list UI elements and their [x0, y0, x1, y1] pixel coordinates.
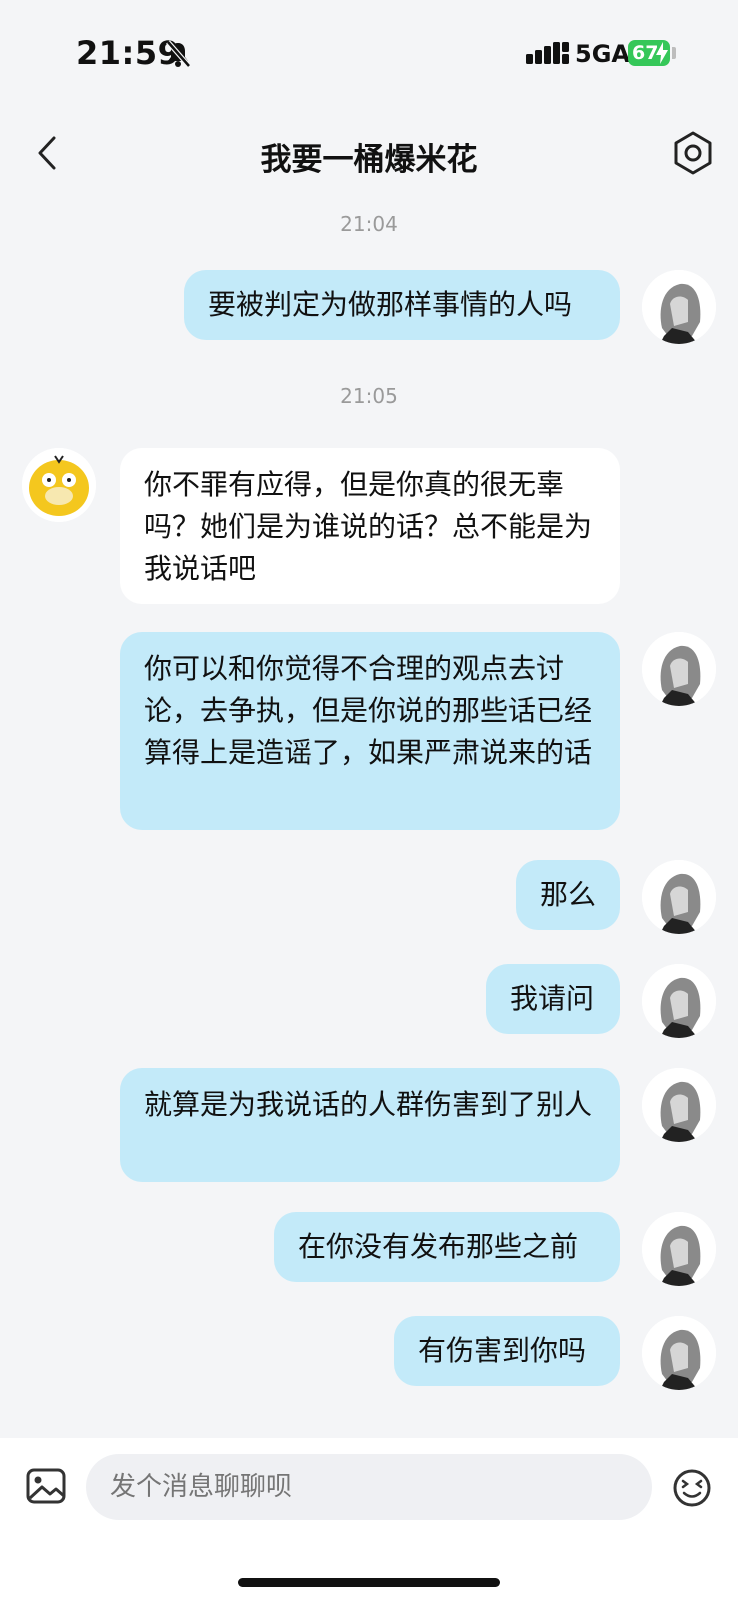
battery-level: 67: [632, 42, 659, 64]
message-input[interactable]: [86, 1454, 652, 1520]
home-indicator: [238, 1578, 500, 1587]
settings-gear-icon[interactable]: [672, 130, 714, 176]
message-timestamp: 21:04: [340, 212, 398, 236]
message-timestamp: 21:05: [340, 384, 398, 408]
message-bubble-sent[interactable]: 你可以和你觉得不合理的观点去讨论，去争执，但是你说的那些话已经算得上是造谣了，如…: [120, 632, 620, 830]
image-picker-icon[interactable]: [26, 1468, 66, 1504]
avatar-portrait-icon: [642, 1068, 716, 1142]
my-avatar[interactable]: [642, 1316, 716, 1390]
message-bubble-sent[interactable]: 要被判定为做那样事情的人吗: [184, 270, 620, 340]
battery-cap: [672, 47, 676, 59]
avatar-portrait-icon: [642, 632, 716, 706]
charging-bolt-icon: [656, 42, 668, 64]
my-avatar[interactable]: [642, 270, 716, 344]
emoji-icon[interactable]: [672, 1468, 712, 1508]
status-bar: 21:59 5GA 67: [0, 0, 738, 110]
my-avatar[interactable]: [642, 1068, 716, 1142]
chat-messages: 21:04 要被判定为做那样事情的人吗 21:05 你不罪有应得，但是你真的很无…: [0, 200, 738, 1435]
message-bubble-sent[interactable]: 那么: [516, 860, 620, 930]
network-type: 5GA: [575, 40, 630, 68]
signal-icon: [526, 42, 569, 64]
my-avatar[interactable]: [642, 860, 716, 934]
input-bar: [0, 1438, 738, 1600]
message-bubble-sent[interactable]: 有伤害到你吗: [394, 1316, 620, 1386]
my-avatar[interactable]: [642, 1212, 716, 1286]
my-avatar[interactable]: [642, 964, 716, 1038]
message-bubble-received[interactable]: 你不罪有应得，但是你真的很无辜吗？她们是为谁说的话？总不能是为我说话吧: [120, 448, 620, 604]
mute-bell-icon: [166, 40, 191, 68]
my-avatar[interactable]: [642, 632, 716, 706]
nav-bar: 我要一桶爆米花: [0, 118, 738, 188]
avatar-portrait-icon: [642, 1212, 716, 1286]
contact-avatar[interactable]: [22, 448, 96, 522]
message-bubble-sent[interactable]: 我请问: [486, 964, 620, 1034]
avatar-portrait-icon: [642, 270, 716, 344]
message-bubble-sent[interactable]: 在你没有发布那些之前: [274, 1212, 620, 1282]
avatar-portrait-icon: [642, 964, 716, 1038]
avatar-portrait-icon: [642, 860, 716, 934]
avatar-portrait-icon: [642, 1316, 716, 1390]
chat-title: 我要一桶爆米花: [260, 142, 478, 178]
message-bubble-sent[interactable]: 就算是为我说话的人群伤害到了别人: [120, 1068, 620, 1182]
duck-avatar-icon: [22, 448, 96, 522]
